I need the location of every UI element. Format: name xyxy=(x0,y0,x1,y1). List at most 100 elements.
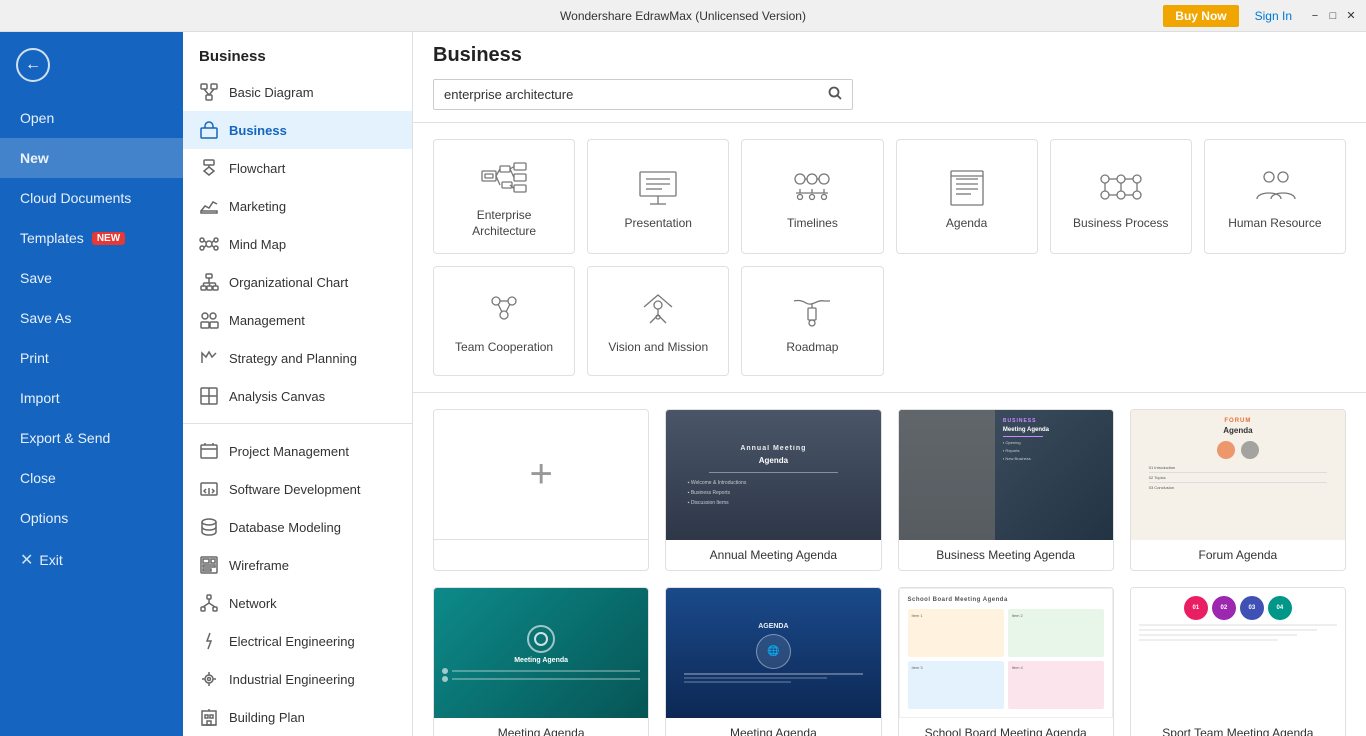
meeting-agenda-2-card[interactable]: AGENDA 🌐 Meeting Agenda xyxy=(665,587,881,736)
search-bar-area xyxy=(413,67,1366,123)
nav-export-send-label: Export & Send xyxy=(20,430,110,446)
category-grid-row2: Team Cooperation Vision and Missi xyxy=(433,266,1346,376)
mid-nav-item-org-chart[interactable]: Organizational Chart xyxy=(183,263,412,301)
template-section: + Annual Meeting Agenda ▪ Welcome & Intr… xyxy=(413,393,1366,736)
category-human-resource[interactable]: Human Resource xyxy=(1204,139,1346,254)
roadmap-icon xyxy=(787,292,837,332)
category-team-cooperation[interactable]: Team Cooperation xyxy=(433,266,575,376)
nav-exit-label: Exit xyxy=(39,552,62,568)
search-bar xyxy=(433,79,853,110)
restore-button[interactable]: □ xyxy=(1326,9,1340,23)
vision-mission-label: Vision and Mission xyxy=(608,340,708,356)
school-board-card[interactable]: School Board Meeting Agenda Item 1 Item … xyxy=(898,587,1114,736)
annual-meeting-image: Annual Meeting Agenda ▪ Welcome & Introd… xyxy=(666,410,880,540)
minimize-button[interactable]: − xyxy=(1308,9,1322,23)
nav-open[interactable]: Open xyxy=(0,98,183,138)
nav-options-label: Options xyxy=(20,510,68,526)
mid-nav-item-software[interactable]: Software Development xyxy=(183,470,412,508)
search-input[interactable] xyxy=(444,87,828,102)
mid-nav-item-basic-diagram[interactable]: Basic Diagram xyxy=(183,73,412,111)
sport-team-card[interactable]: 01 02 03 04 xyxy=(1130,587,1346,736)
blank-template-card[interactable]: + xyxy=(433,409,649,571)
mid-nav-item-label: Network xyxy=(229,596,277,611)
nav-save[interactable]: Save xyxy=(0,258,183,298)
mid-nav-item-project[interactable]: Project Management xyxy=(183,432,412,470)
mid-nav-item-label: Strategy and Planning xyxy=(229,351,357,366)
mid-nav-item-mind-map[interactable]: Mind Map xyxy=(183,225,412,263)
nav-close[interactable]: Close xyxy=(0,458,183,498)
back-button[interactable]: ← xyxy=(0,32,183,98)
mid-nav-item-label: Organizational Chart xyxy=(229,275,348,290)
sport-team-label: Sport Team Meeting Agenda xyxy=(1131,718,1345,736)
template-grid: + Annual Meeting Agenda ▪ Welcome & Intr… xyxy=(433,409,1346,736)
nav-export-send[interactable]: Export & Send xyxy=(0,418,183,458)
mid-nav-item-database[interactable]: Database Modeling xyxy=(183,508,412,546)
app-body: ← Open New Cloud Documents Templates NEW… xyxy=(0,32,1366,736)
sign-in-button[interactable]: Sign In xyxy=(1247,5,1300,27)
nav-save-label: Save xyxy=(20,270,52,286)
mid-nav-item-electrical[interactable]: Electrical Engineering xyxy=(183,622,412,660)
nav-cloud-documents-label: Cloud Documents xyxy=(20,190,131,206)
category-timelines[interactable]: Timelines xyxy=(741,139,883,254)
software-icon xyxy=(199,479,219,499)
mid-nav: Business Basic Diagram Business Flowchar… xyxy=(183,32,413,736)
nav-new[interactable]: New xyxy=(0,138,183,178)
mid-nav-item-building[interactable]: Building Plan xyxy=(183,698,412,736)
mid-nav-item-label: Basic Diagram xyxy=(229,85,314,100)
business-process-icon xyxy=(1096,168,1146,208)
mid-nav-item-analysis[interactable]: Analysis Canvas xyxy=(183,377,412,415)
annual-meeting-label: Annual Meeting Agenda xyxy=(666,540,880,570)
mid-nav-item-marketing[interactable]: Marketing xyxy=(183,187,412,225)
nav-cloud-documents[interactable]: Cloud Documents xyxy=(0,178,183,218)
business-meeting-card[interactable]: BUSINESS Meeting Agenda ▪ Opening ▪ Repo… xyxy=(898,409,1114,571)
timelines-icon xyxy=(787,168,837,208)
buy-now-button[interactable]: Buy Now xyxy=(1163,5,1238,27)
nav-save-as[interactable]: Save As xyxy=(0,298,183,338)
nav-new-label: New xyxy=(20,150,49,166)
annual-meeting-card[interactable]: Annual Meeting Agenda ▪ Welcome & Introd… xyxy=(665,409,881,571)
mid-nav-item-label: Mind Map xyxy=(229,237,286,252)
category-business-process[interactable]: Business Process xyxy=(1050,139,1192,254)
nav-open-label: Open xyxy=(20,110,54,126)
mid-nav-item-label: Electrical Engineering xyxy=(229,634,355,649)
meeting-agenda-1-card[interactable]: Meeting Agenda Meeting Agenda xyxy=(433,587,649,736)
category-roadmap[interactable]: Roadmap xyxy=(741,266,883,376)
nav-print[interactable]: Print xyxy=(0,338,183,378)
mid-nav-item-label: Project Management xyxy=(229,444,349,459)
category-presentation[interactable]: Presentation xyxy=(587,139,729,254)
forum-agenda-card[interactable]: FORUM Agenda 01 Introduction 02 Topics 0… xyxy=(1130,409,1346,571)
mid-nav-item-strategy[interactable]: Strategy and Planning xyxy=(183,339,412,377)
mid-nav-divider xyxy=(183,423,412,424)
close-button[interactable]: ✕ xyxy=(1344,9,1358,23)
category-vision-mission[interactable]: Vision and Mission xyxy=(587,266,729,376)
search-button[interactable] xyxy=(828,86,842,103)
left-nav: ← Open New Cloud Documents Templates NEW… xyxy=(0,32,183,736)
nav-templates[interactable]: Templates NEW xyxy=(0,218,183,258)
business-icon xyxy=(199,120,219,140)
school-board-label: School Board Meeting Agenda xyxy=(899,718,1113,736)
presentation-label: Presentation xyxy=(625,216,692,232)
plus-icon: + xyxy=(529,452,552,497)
building-icon xyxy=(199,707,219,727)
mid-nav-item-label: Industrial Engineering xyxy=(229,672,355,687)
mid-nav-item-label: Wireframe xyxy=(229,558,289,573)
category-enterprise-architecture[interactable]: Enterprise Architecture xyxy=(433,139,575,254)
marketing-icon xyxy=(199,196,219,216)
network-icon xyxy=(199,593,219,613)
nav-exit[interactable]: ✕ Exit xyxy=(0,538,183,582)
mid-nav-item-management[interactable]: Management xyxy=(183,301,412,339)
category-agenda[interactable]: Agenda xyxy=(896,139,1038,254)
mid-nav-item-network[interactable]: Network xyxy=(183,584,412,622)
mid-nav-item-wireframe[interactable]: Wireframe xyxy=(183,546,412,584)
mid-nav-item-industrial[interactable]: Industrial Engineering xyxy=(183,660,412,698)
section-title: Business xyxy=(433,44,522,67)
new-badge: NEW xyxy=(92,232,125,245)
sport-team-image: 01 02 03 04 xyxy=(1131,588,1345,718)
mid-nav-item-business[interactable]: Business xyxy=(183,111,412,149)
strategy-icon xyxy=(199,348,219,368)
mid-nav-title: Business xyxy=(183,32,412,73)
nav-import[interactable]: Import xyxy=(0,378,183,418)
mid-nav-item-flowchart[interactable]: Flowchart xyxy=(183,149,412,187)
content-header: Business xyxy=(413,32,1366,67)
nav-options[interactable]: Options xyxy=(0,498,183,538)
